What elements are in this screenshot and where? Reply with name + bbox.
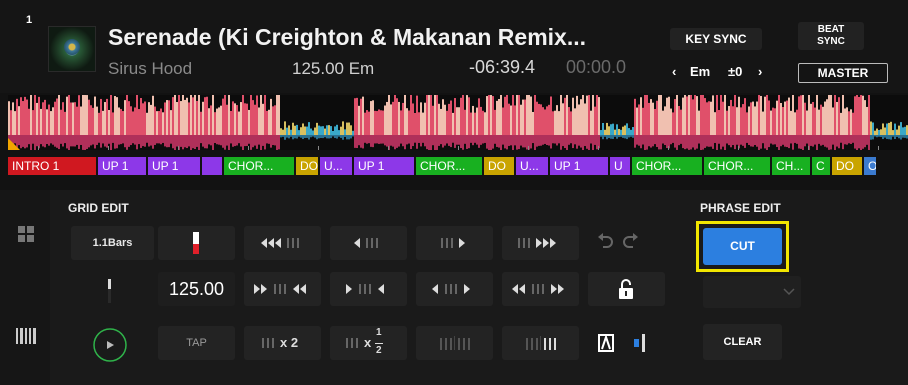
- grid-marker-button[interactable]: [158, 226, 235, 260]
- slip-in-icon: [440, 336, 470, 350]
- phrase-segment[interactable]: DO: [296, 157, 318, 175]
- remaining-time: -06:39.4: [469, 57, 536, 77]
- slip-out-icon: [526, 336, 556, 350]
- grid-view-icon[interactable]: [18, 226, 34, 242]
- expand-grid-icon: [254, 284, 306, 294]
- phrase-segment[interactable]: C: [812, 157, 830, 175]
- phrase-segment[interactable]: UP 1: [354, 157, 414, 175]
- bpm-half-button[interactable]: x 1 2: [330, 326, 407, 360]
- phrase-segment[interactable]: INTRO 1: [8, 157, 96, 175]
- grid-shrink-button[interactable]: [502, 272, 579, 306]
- play-preview-icon[interactable]: [92, 327, 128, 363]
- shrink-grid-icon: [512, 284, 564, 294]
- grid-lines-icon: [262, 338, 274, 348]
- phrase-edit-title: PHRASE EDIT: [700, 201, 781, 215]
- phrase-segment[interactable]: U...: [516, 157, 548, 175]
- forward-fast-icon: [518, 238, 556, 248]
- deck-number: 1: [26, 14, 33, 26]
- grid-slip-in-button[interactable]: [416, 326, 493, 360]
- shift-grid-left-fast-button[interactable]: [244, 226, 321, 260]
- grid-expand-button[interactable]: [244, 272, 321, 306]
- lock-icon: [619, 279, 633, 299]
- phrase-segment[interactable]: [202, 157, 222, 175]
- phrase-segment[interactable]: DO: [832, 157, 862, 175]
- grid-shrink-small-button[interactable]: [416, 272, 493, 306]
- phrase-segment[interactable]: CHOR...: [704, 157, 770, 175]
- grid-expand-small-button[interactable]: [330, 272, 407, 306]
- key-offset: ±0: [728, 64, 743, 79]
- clear-button[interactable]: CLEAR: [703, 324, 782, 360]
- cut-button[interactable]: CUT: [703, 228, 782, 265]
- track-waveform[interactable]: [8, 95, 908, 150]
- phrase-segment[interactable]: CHOR...: [224, 157, 294, 175]
- beat-sync-button[interactable]: BEAT SYNC: [798, 22, 864, 50]
- phrase-segment[interactable]: CHOR...: [632, 157, 702, 175]
- grid-snap-icon[interactable]: [598, 334, 614, 352]
- phrase-type-dropdown[interactable]: [703, 276, 801, 308]
- grid-marker-icon: [193, 232, 199, 254]
- step-right-icon: [441, 238, 465, 248]
- chevron-down-icon: [783, 288, 795, 296]
- beat-sync-label-line2: SYNC: [817, 36, 845, 47]
- undo-icon[interactable]: [598, 233, 614, 249]
- step-left-icon: [354, 238, 378, 248]
- phrase-segment[interactable]: DO: [484, 157, 514, 175]
- grid-edit-title: GRID EDIT: [68, 201, 129, 215]
- double-label: x 2: [280, 335, 299, 350]
- shift-grid-left-button[interactable]: [330, 226, 407, 260]
- tap-tempo-button[interactable]: TAP: [158, 326, 235, 360]
- beat-marker-icon[interactable]: [634, 334, 650, 352]
- elapsed-time: 00:00.0: [566, 57, 627, 77]
- phrase-bar[interactable]: INTRO 1 UP 1 UP 1 CHOR... DO U... UP 1 CHOR... D…: [8, 157, 908, 175]
- track-title: Serenade (Ki Creighton & Makanan Remix..…: [108, 24, 587, 50]
- expand-small-icon: [346, 284, 384, 294]
- redo-icon[interactable]: [622, 233, 638, 249]
- phrase-segment[interactable]: UP 1: [148, 157, 200, 175]
- grid-lock-button[interactable]: [588, 272, 665, 306]
- phrase-segment[interactable]: UP 1: [550, 157, 608, 175]
- current-key: Em: [690, 64, 711, 79]
- shrink-small-icon: [432, 284, 470, 294]
- phrase-segment[interactable]: U: [610, 157, 630, 175]
- phrase-segment[interactable]: U...: [320, 157, 352, 175]
- half-denominator: 2: [376, 345, 382, 356]
- key-sync-button[interactable]: KEY SYNC: [670, 28, 762, 50]
- phrase-segment[interactable]: O: [864, 157, 876, 175]
- metronome-marker-icon: [108, 279, 111, 303]
- master-button[interactable]: MASTER: [798, 63, 888, 83]
- edit-side-strip: [0, 190, 50, 385]
- phrase-segment[interactable]: CHOR...: [416, 157, 482, 175]
- grid-slip-out-button[interactable]: [502, 326, 579, 360]
- grid-lines-half-icon: [346, 338, 358, 348]
- playhead-marker-icon: [8, 138, 20, 150]
- key-prev-button[interactable]: ‹: [672, 64, 676, 79]
- beatgrid-view-icon[interactable]: [16, 328, 38, 344]
- track-artist: Sirus Hood: [108, 59, 193, 78]
- rewind-fast-icon: [261, 238, 299, 248]
- shift-grid-right-button[interactable]: [416, 226, 493, 260]
- album-artwork: [48, 26, 96, 72]
- bpm-double-button[interactable]: x 2: [244, 326, 321, 360]
- bpm-key-readout: 125.00 Em: [292, 59, 375, 78]
- shift-grid-right-fast-button[interactable]: [502, 226, 579, 260]
- bpm-value-field[interactable]: 125.00: [158, 272, 235, 306]
- phrase-segment[interactable]: UP 1: [98, 157, 146, 175]
- key-next-button[interactable]: ›: [758, 64, 762, 79]
- beat-sync-label-line1: BEAT: [817, 24, 845, 35]
- grid-bars-button[interactable]: 1.1Bars: [71, 226, 154, 260]
- phrase-segment[interactable]: CH...: [772, 157, 810, 175]
